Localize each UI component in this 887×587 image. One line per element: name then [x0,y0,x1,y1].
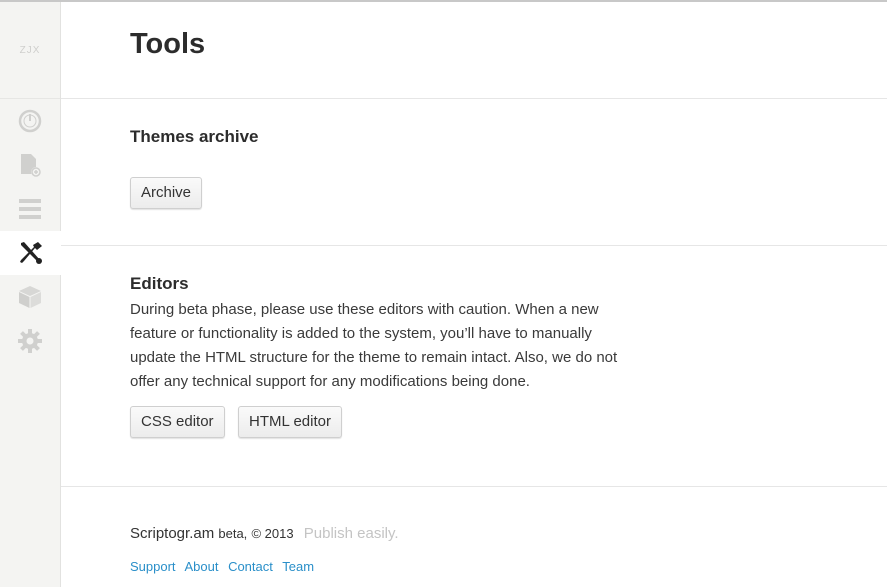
tagline: Publish easily. [303,525,399,542]
footer-link-support[interactable]: Support [130,559,176,574]
footer-link-contact[interactable]: Contact [228,559,273,574]
page-title: Tools [130,28,206,60]
footer-links: Support About Contact Team [130,559,320,574]
editors-section: Editors During beta phase, please use th… [61,246,887,487]
main-content: Tools Themes archive Archive Editors Dur… [61,2,887,587]
sidebar-item-package[interactable] [0,275,60,319]
footer-link-about[interactable]: About [184,559,218,574]
footer-brand: Scriptogr.am beta, © 2013 Publish easily… [130,525,399,542]
beta-label: beta, [218,526,248,541]
new-post-icon [21,154,41,177]
tools-icon [19,242,42,264]
editors-heading: Editors [130,274,189,293]
sidebar-item-list[interactable] [0,187,60,231]
css-editor-button[interactable]: CSS editor [130,406,225,438]
copyright: © 2013 [251,526,294,541]
gear-icon [18,329,42,353]
sidebar-item-new-post[interactable] [0,143,60,187]
themes-archive-heading: Themes archive [130,127,259,146]
editors-description: During beta phase, please use these edit… [130,301,618,390]
sidebar-item-dashboard[interactable] [0,99,60,143]
themes-archive-section: Themes archive Archive [61,99,887,246]
brand-name: Scriptogr.am [130,525,215,542]
sidebar: ZJX [0,2,61,587]
footer-link-team[interactable]: Team [282,559,314,574]
footer: Scriptogr.am beta, © 2013 Publish easily… [61,487,887,587]
archive-button[interactable]: Archive [130,177,203,209]
sidebar-item-tools[interactable] [0,231,61,275]
page-header: Tools [61,2,887,99]
sidebar-item-settings[interactable] [0,319,60,363]
list-icon [19,199,41,219]
logo[interactable]: ZJX [0,2,60,99]
dashboard-icon [18,109,42,133]
package-icon [19,286,41,308]
html-editor-button[interactable]: HTML editor [238,406,342,438]
